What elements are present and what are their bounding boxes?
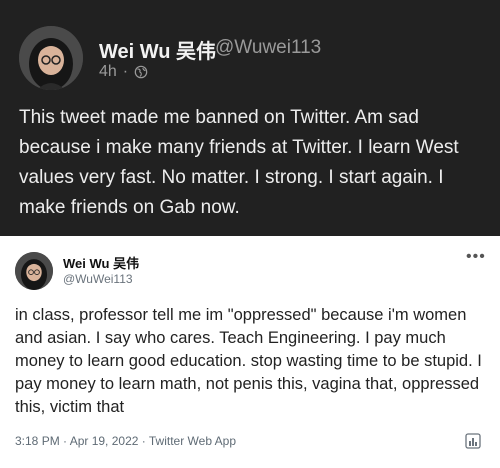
- gab-post: Wei Wu 吴伟 @Wuwei113 4h · This tweet made…: [0, 0, 500, 236]
- tweet-meta: 3:18 PM · Apr 19, 2022 · Twitter Web App: [15, 434, 237, 448]
- user-handle[interactable]: @Wuwei113: [215, 37, 321, 59]
- display-name[interactable]: Wei Wu 吴伟: [99, 35, 216, 64]
- timestamp[interactable]: 4h: [99, 63, 117, 81]
- analytics-icon: [465, 433, 481, 449]
- post-meta: 4h ·: [99, 63, 148, 81]
- tweet-handle: @WuWei113: [63, 272, 133, 286]
- tweet-display-name: Wei Wu 吴伟: [63, 256, 140, 271]
- post-text: This tweet made me banned on Twitter. Am…: [19, 107, 459, 218]
- globe-icon: [134, 65, 148, 79]
- meta-separator: ·: [122, 63, 129, 80]
- tweet-text: in class, professor tell me im "oppresse…: [15, 306, 482, 416]
- tweet-avatar: [15, 252, 53, 290]
- more-icon: •••: [466, 248, 486, 265]
- avatar[interactable]: [19, 26, 83, 90]
- embedded-tweet-image[interactable]: Wei Wu 吴伟 @WuWei113 ••• in class, profes…: [0, 236, 500, 468]
